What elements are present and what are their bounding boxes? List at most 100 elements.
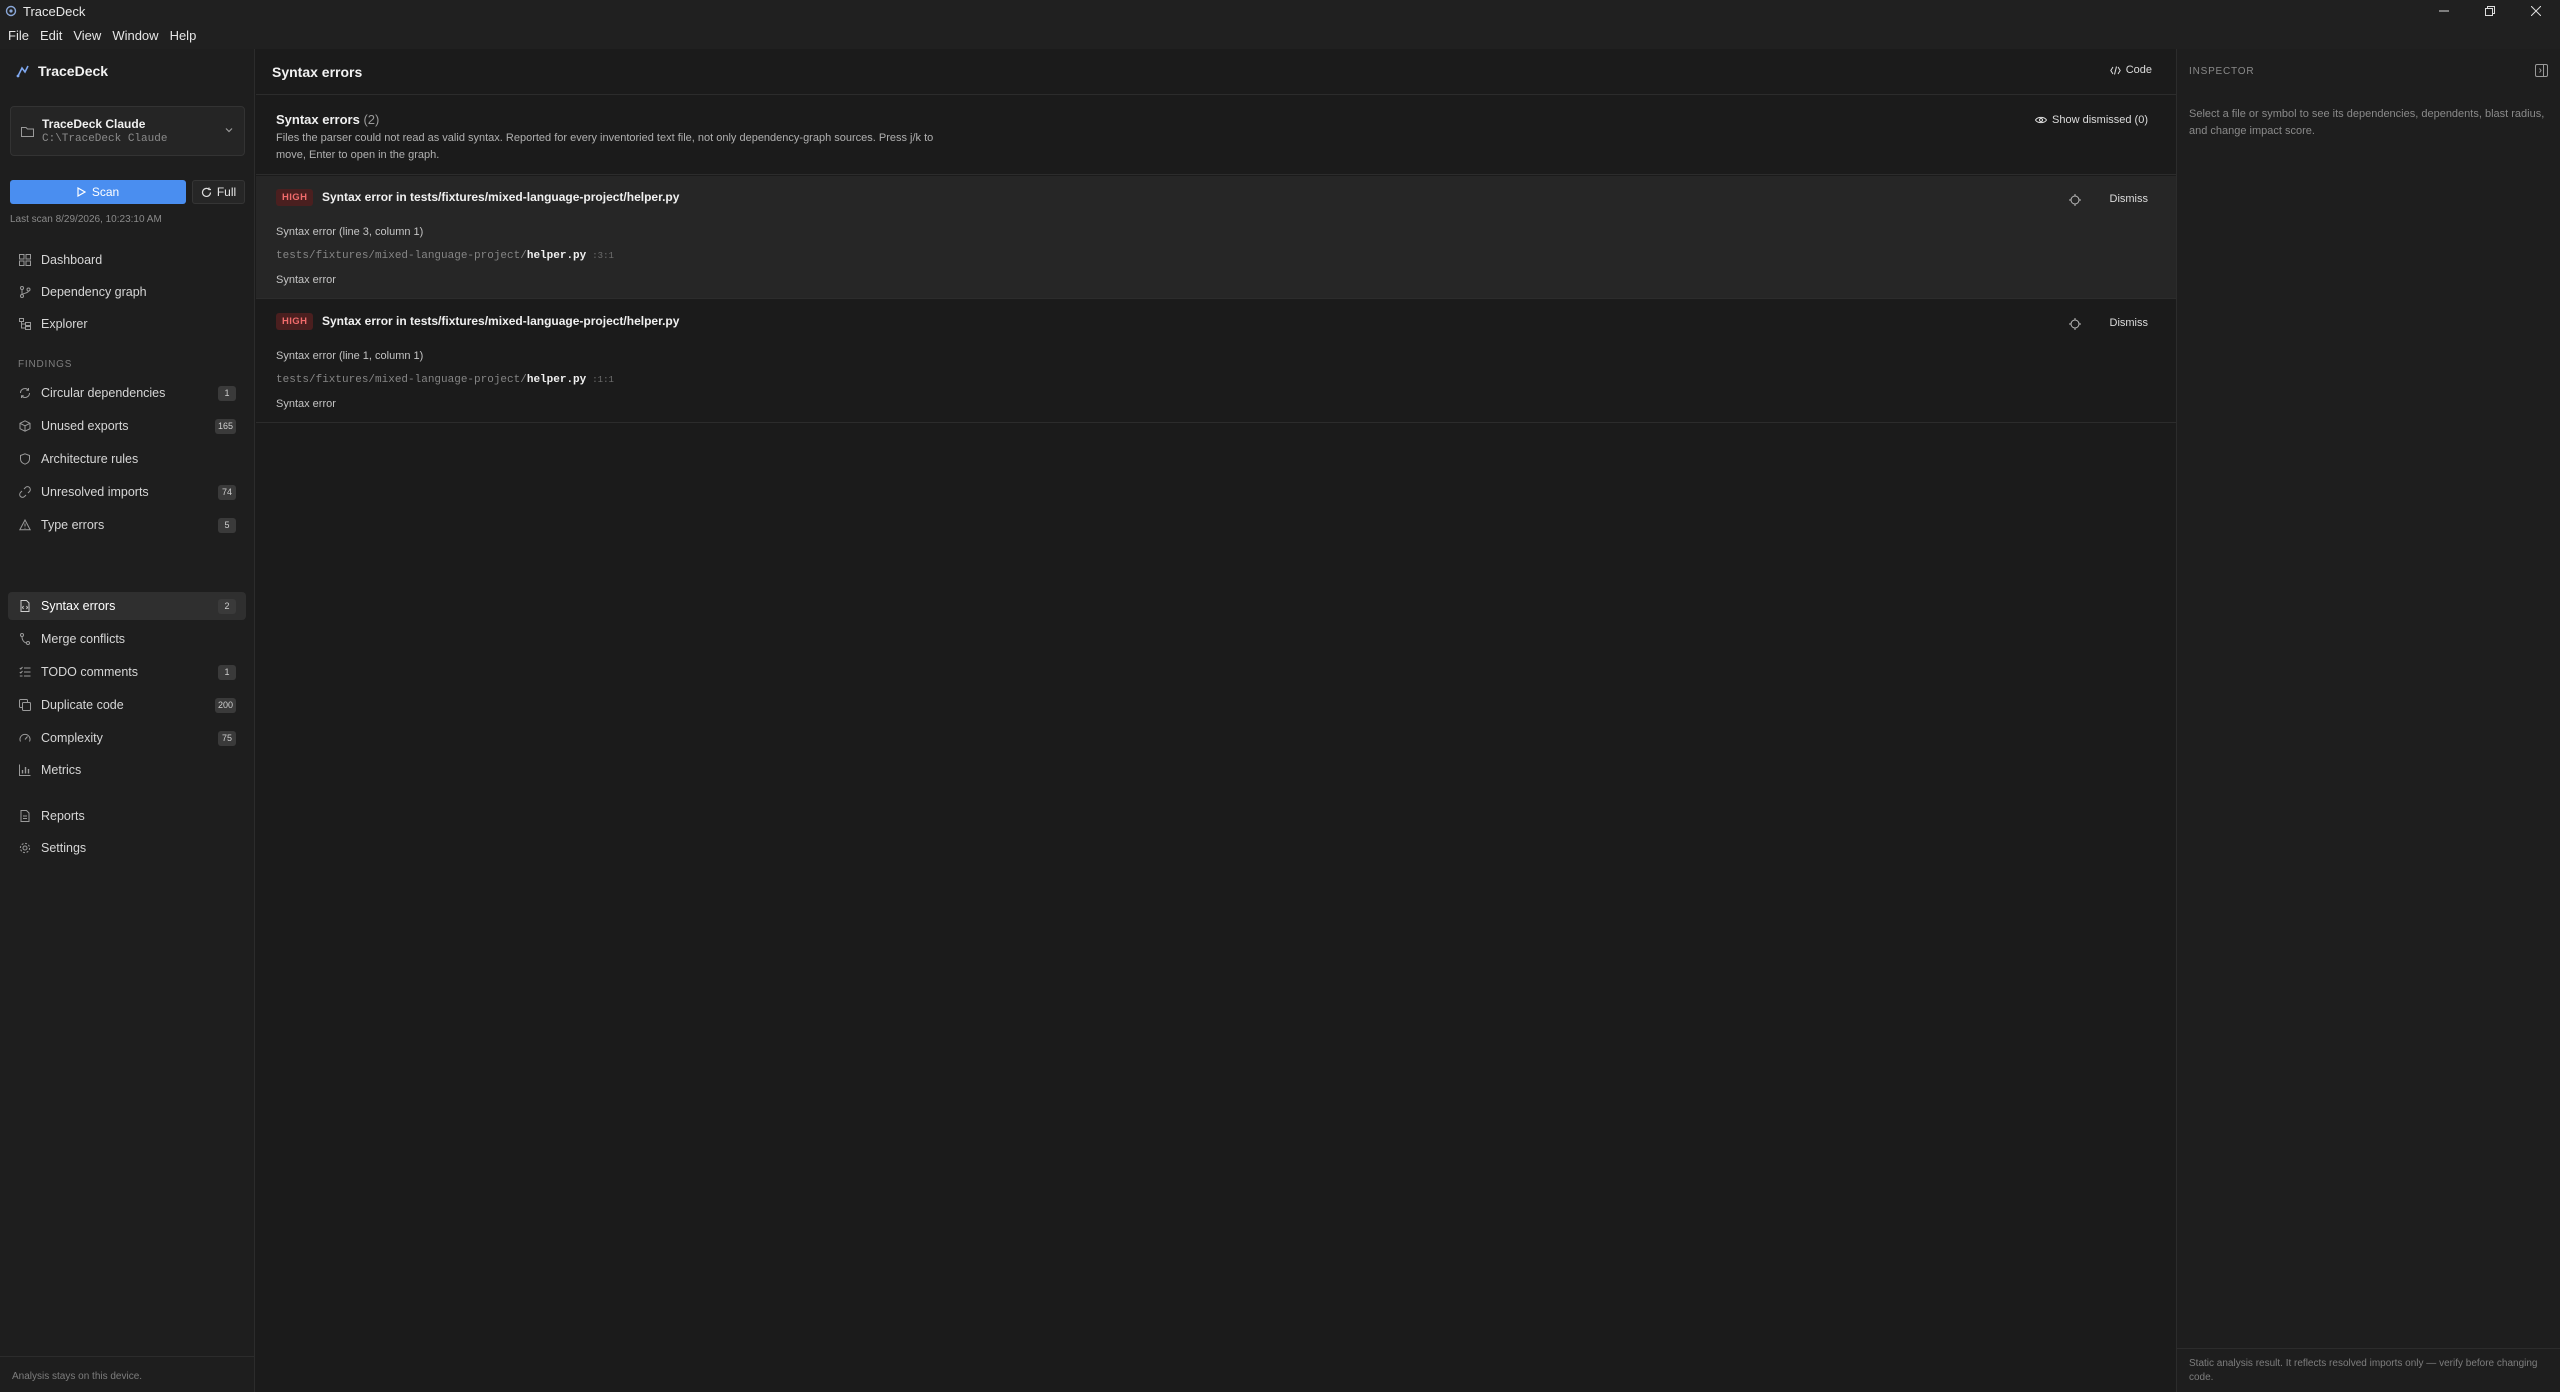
nav-label: Unused exports <box>41 419 129 433</box>
gauge-icon <box>19 733 31 742</box>
nav-label: Type errors <box>41 518 105 532</box>
findings-section-label: FINDINGS <box>18 359 73 370</box>
count-badge: 165 <box>214 418 236 434</box>
count-badge: 2 <box>218 598 236 614</box>
cycle-icon <box>20 388 30 398</box>
brand-name: TraceDeck <box>38 63 109 79</box>
nav-label: Reports <box>41 809 85 823</box>
path-position: :1:1 <box>592 375 614 385</box>
folder-icon <box>21 127 34 137</box>
sidebar: TraceDeck TraceDeck Claude C:\TraceDeck … <box>0 49 255 1392</box>
finding-message: Syntax error <box>276 274 336 286</box>
count-badge: 200 <box>214 697 236 713</box>
locate-icon[interactable] <box>2069 194 2081 206</box>
nav-label: Merge conflicts <box>41 632 126 646</box>
nav-unresolved-imports[interactable]: Unresolved imports 74 <box>8 478 246 506</box>
bar-chart-icon <box>19 764 31 776</box>
nav-circular-dependencies[interactable]: Circular dependencies 1 <box>8 379 246 407</box>
warning-icon <box>19 519 31 531</box>
copy-icon <box>19 699 31 711</box>
summary-title: Syntax errors (2) <box>276 112 379 127</box>
nav-dashboard[interactable]: Dashboard <box>8 246 246 274</box>
dashboard-icon <box>19 254 31 266</box>
code-view-button[interactable]: Code <box>2109 64 2152 76</box>
scan-label: Scan <box>91 185 120 199</box>
locate-icon[interactable] <box>2069 318 2081 330</box>
nav-dependency-graph[interactable]: Dependency graph <box>8 278 246 306</box>
dismiss-button[interactable]: Dismiss <box>2110 193 2149 205</box>
scan-button[interactable]: Scan <box>10 180 186 204</box>
path-position: :3:1 <box>592 251 614 261</box>
summary-section: Syntax errors (2) Files the parser could… <box>256 96 2176 175</box>
menu-edit[interactable]: Edit <box>36 26 66 45</box>
severity-badge: HIGH <box>276 189 314 206</box>
code-icon <box>2109 65 2121 75</box>
finding-location: Syntax error (line 1, column 1) <box>276 350 424 362</box>
menu-window[interactable]: Window <box>108 26 162 45</box>
report-icon <box>20 810 30 822</box>
show-dismissed-toggle[interactable]: Show dismissed (0) <box>2035 114 2148 126</box>
nav-reports[interactable]: Reports <box>8 802 246 830</box>
nav-complexity[interactable]: Complexity 75 <box>8 724 246 752</box>
inspector-label: INSPECTOR <box>2189 66 2255 77</box>
project-path: C:\TraceDeck Claude <box>42 133 168 145</box>
path-file: helper.py <box>526 250 587 262</box>
dismiss-button[interactable]: Dismiss <box>2110 317 2149 329</box>
minimize-button[interactable] <box>2421 0 2467 22</box>
nav-duplicate-code[interactable]: Duplicate code 200 <box>8 691 246 719</box>
gear-icon <box>19 842 31 854</box>
brand[interactable]: TraceDeck <box>16 63 108 79</box>
finding-row[interactable]: HIGH Syntax error in tests/fixtures/mixe… <box>256 300 2176 423</box>
count-badge: 75 <box>218 730 236 746</box>
finding-row[interactable]: HIGH Syntax error in tests/fixtures/mixe… <box>256 176 2176 299</box>
project-selector[interactable]: TraceDeck Claude C:\TraceDeck Claude <box>10 106 245 156</box>
full-scan-button[interactable]: Full <box>192 180 245 204</box>
finding-title: Syntax error in tests/fixtures/mixed-lan… <box>322 190 680 204</box>
file-code-icon <box>20 600 30 612</box>
list-todo-icon <box>19 666 31 677</box>
restore-icon <box>2485 6 2495 16</box>
package-icon <box>19 420 31 432</box>
menu-file[interactable]: File <box>4 26 33 45</box>
nav-label: TODO comments <box>41 665 139 679</box>
close-icon <box>2531 6 2541 16</box>
nav-settings[interactable]: Settings <box>8 834 246 862</box>
nav-type-errors[interactable]: Type errors 5 <box>8 511 246 539</box>
nav-metrics[interactable]: Metrics <box>8 756 246 784</box>
play-icon <box>77 187 86 197</box>
merge-icon <box>20 633 30 645</box>
shield-icon <box>20 453 30 465</box>
menu-help[interactable]: Help <box>166 26 201 45</box>
privacy-note: Analysis stays on this device. <box>12 1371 143 1382</box>
panel-toggle-icon[interactable] <box>2535 64 2548 77</box>
window-title: TraceDeck <box>23 3 86 19</box>
path-dir: tests/fixtures/mixed-language-project/ <box>276 250 527 262</box>
inspector-disclaimer: Static analysis result. It reflects reso… <box>2189 1358 2538 1383</box>
nav-architecture-rules[interactable]: Architecture rules <box>8 445 246 473</box>
finding-location: Syntax error (line 3, column 1) <box>276 226 424 238</box>
nav-merge-conflicts[interactable]: Merge conflicts <box>8 625 246 653</box>
nav-explorer[interactable]: Explorer <box>8 310 246 338</box>
close-button[interactable] <box>2513 0 2559 22</box>
nav-todo-comments[interactable]: TODO comments 1 <box>8 658 246 686</box>
severity-badge: HIGH <box>276 313 314 330</box>
nav-label: Dashboard <box>41 253 103 267</box>
branch-icon <box>20 286 31 298</box>
main-panel: Syntax errors Code Syntax errors (2) Fil… <box>256 49 2176 1392</box>
path-dir: tests/fixtures/mixed-language-project/ <box>276 374 527 386</box>
nav-label: Unresolved imports <box>41 485 149 499</box>
nav-label: Metrics <box>41 763 82 777</box>
nav-syntax-errors[interactable]: Syntax errors 2 <box>8 592 246 620</box>
menu-view[interactable]: View <box>69 26 105 45</box>
maximize-button[interactable] <box>2467 0 2513 22</box>
nav-unused-exports[interactable]: Unused exports 165 <box>8 412 246 440</box>
count-badge: 74 <box>218 484 236 500</box>
finding-title: Syntax error in tests/fixtures/mixed-lan… <box>322 314 680 328</box>
main-header: Syntax errors Code <box>256 49 2176 95</box>
link-broken-icon <box>19 486 31 498</box>
finding-path[interactable]: tests/fixtures/mixed-language-project/he… <box>276 374 614 386</box>
finding-path[interactable]: tests/fixtures/mixed-language-project/he… <box>276 250 614 262</box>
path-file: helper.py <box>526 374 587 386</box>
minimize-icon <box>2439 10 2449 12</box>
refresh-icon <box>201 187 211 197</box>
